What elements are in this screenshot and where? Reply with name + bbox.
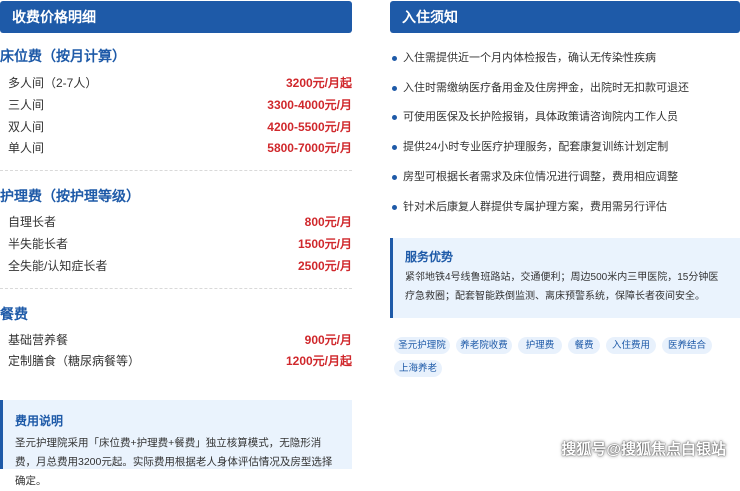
- price-value: 1200元/月起: [285, 354, 352, 368]
- care-fee-title: 护理费（按护理等级）: [0, 188, 140, 204]
- notice-item: 针对术后康复人群提供专属护理方案，费用需另行评估: [390, 198, 740, 216]
- notice-text: 入住时需缴纳医疗备用金及住房押金，出院时无扣款可退还: [403, 82, 689, 94]
- bullet-icon: [392, 174, 397, 180]
- price-row: 半失能长者 1500元/月: [8, 233, 352, 255]
- bullet-icon: [392, 85, 397, 91]
- price-label: 自理长者: [8, 215, 57, 229]
- price-value: 900元/月: [304, 333, 352, 347]
- price-label: 单人间: [8, 141, 45, 155]
- price-row: 三人间 3300-4000元/月: [8, 94, 352, 116]
- price-label: 三人间: [8, 98, 45, 112]
- price-label: 双人间: [8, 120, 45, 134]
- price-label: 半失能长者: [8, 237, 69, 251]
- price-label: 全失能/认知症长者: [8, 259, 108, 273]
- price-row: 全失能/认知症长者 2500元/月: [8, 255, 352, 277]
- bullet-icon: [392, 114, 397, 120]
- tag-link[interactable]: 餐费: [568, 337, 600, 354]
- notice-text: 入住需提供近一个月内体检报告，确认无传染性疾病: [403, 52, 656, 64]
- divider: [0, 288, 352, 289]
- advantage-body: 紧邻地铁4号线鲁班路站，交通便利；周边500米内三甲医院，15分钟医疗急救圈；配…: [405, 272, 719, 302]
- notice-text: 提供24小时专业医疗护理服务，配套康复训练计划定制: [403, 141, 669, 153]
- meal-fee-title: 餐费: [0, 306, 28, 322]
- tag-link[interactable]: 上海养老: [394, 360, 442, 377]
- price-label: 基础营养餐: [8, 333, 69, 347]
- notice-item: 提供24小时专业医疗护理服务，配套康复训练计划定制: [390, 138, 740, 156]
- notice-item: 房型可根据长者需求及床位情况进行调整，费用相应调整: [390, 168, 740, 186]
- price-detail-column: 收费价格明细 床位费（按月计算） 多人间（2-7人） 3200元/月起 三人间 33…: [0, 0, 352, 487]
- price-row: 自理长者 800元/月: [8, 211, 352, 233]
- notice-item: 入住需提供近一个月内体检报告，确认无传染性疾病: [390, 49, 740, 67]
- notice-text: 针对术后康复人群提供专属护理方案，费用需另行评估: [403, 201, 667, 213]
- price-row: 多人间（2-7人） 3200元/月起: [8, 72, 352, 94]
- notice-header: 入住须知: [390, 1, 740, 33]
- price-value: 1500元/月: [297, 237, 352, 251]
- fee-note-panel: 费用说明 圣元护理院采用「床位费+护理费+餐费」独立核算模式，无隐形消费，月总费…: [0, 400, 352, 487]
- watermark: 搜狐号@搜狐焦点白银站: [561, 441, 726, 458]
- tag-link[interactable]: 圣元护理院: [394, 337, 450, 354]
- fee-note-body: 圣元护理院采用「床位费+护理费+餐费」独立核算模式，无隐形消费，月总费用3200…: [15, 437, 333, 487]
- price-value: 4200-5500元/月: [267, 120, 352, 134]
- bullet-icon: [392, 55, 397, 61]
- tag-link[interactable]: 养老院收费: [456, 337, 512, 354]
- notice-item: 可使用医保及长护险报销，具体政策请咨询院内工作人员: [390, 108, 740, 126]
- price-value: 3200元/月起: [285, 76, 352, 90]
- price-row: 定制膳食（糖尿病餐等） 1200元/月起: [8, 350, 352, 372]
- divider: [0, 170, 352, 171]
- notice-item: 入住时需缴纳医疗备用金及住房押金，出院时无扣款可退还: [390, 79, 740, 97]
- price-row: 基础营养餐 900元/月: [8, 329, 352, 351]
- notice-column: 入住须知 入住需提供近一个月内体检报告，确认无传染性疾病 入住时需缴纳医疗备用金…: [390, 0, 740, 469]
- tag-link[interactable]: 入住费用: [606, 337, 656, 354]
- notice-text: 房型可根据长者需求及床位情况进行调整，费用相应调整: [403, 171, 678, 183]
- service-advantage-panel: 服务优势 紧邻地铁4号线鲁班路站，交通便利；周边500米内三甲医院，15分钟医疗…: [390, 238, 740, 318]
- notice-text: 可使用医保及长护险报销，具体政策请咨询院内工作人员: [403, 111, 678, 123]
- bullet-icon: [392, 144, 397, 150]
- price-value: 3300-4000元/月: [267, 98, 352, 112]
- tag-link[interactable]: 护理费: [518, 337, 562, 354]
- tag-link[interactable]: 医养结合: [662, 337, 712, 354]
- price-detail-header: 收费价格明细: [0, 1, 352, 33]
- bullet-icon: [392, 204, 397, 210]
- price-value: 800元/月: [304, 215, 352, 229]
- price-row: 单人间 5800-7000元/月: [8, 137, 352, 159]
- price-label: 多人间（2-7人）: [8, 76, 98, 90]
- price-value: 2500元/月: [297, 259, 352, 273]
- price-label: 定制膳食（糖尿病餐等）: [8, 354, 141, 368]
- fee-note-title: 费用说明: [15, 414, 64, 428]
- price-row: 双人间 4200-5500元/月: [8, 116, 352, 138]
- price-value: 5800-7000元/月: [267, 141, 352, 155]
- advantage-title: 服务优势: [405, 250, 454, 264]
- bed-fee-title: 床位费（按月计算）: [0, 48, 126, 64]
